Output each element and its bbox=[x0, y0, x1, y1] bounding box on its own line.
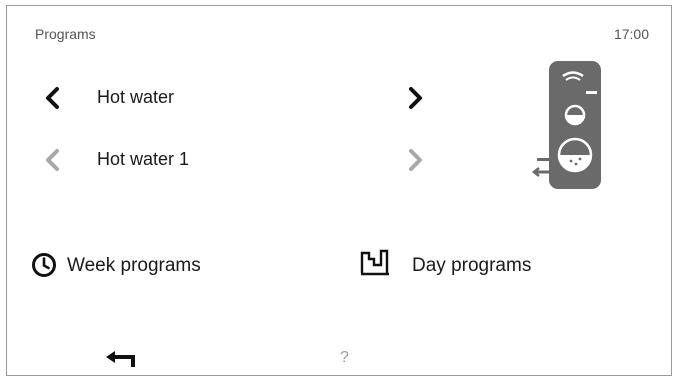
week-programs-button[interactable]: Week programs bbox=[67, 255, 201, 277]
clock-icon[interactable] bbox=[31, 252, 57, 278]
previous-arrow-disabled-icon[interactable] bbox=[43, 148, 63, 172]
day-programs-button[interactable]: Day programs bbox=[412, 255, 531, 277]
previous-arrow-icon[interactable] bbox=[43, 86, 63, 110]
next-arrow-icon[interactable] bbox=[405, 86, 425, 110]
day-profile-icon[interactable] bbox=[360, 249, 390, 277]
next-arrow-disabled-icon[interactable] bbox=[405, 148, 425, 172]
help-button[interactable]: ? bbox=[340, 349, 349, 367]
clock-time: 17:00 bbox=[613, 26, 649, 42]
selector-hot-water-1[interactable]: Hot water 1 bbox=[97, 149, 189, 170]
page-title: Programs bbox=[35, 26, 96, 42]
selector-hot-water[interactable]: Hot water bbox=[97, 87, 174, 108]
hot-water-tank-icon bbox=[531, 61, 601, 189]
back-arrow-icon[interactable] bbox=[104, 350, 140, 368]
